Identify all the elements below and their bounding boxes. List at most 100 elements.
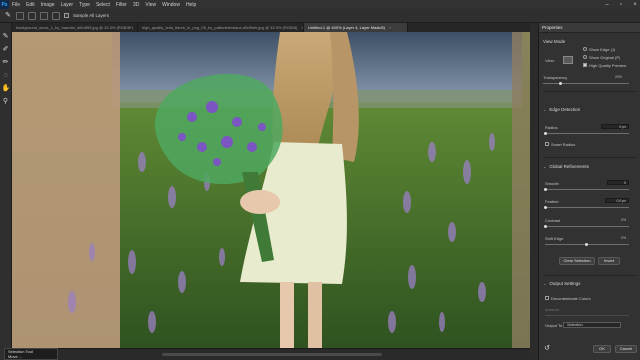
feather-slider-thumb[interactable] <box>544 206 547 209</box>
menu-image[interactable]: Image <box>38 2 58 8</box>
contrast-label: Contrast <box>545 218 561 223</box>
smart-radius-checkbox[interactable] <box>545 142 549 146</box>
global-refinements-label: Global Refinements <box>549 164 589 169</box>
menu-type[interactable]: Type <box>76 2 93 8</box>
smooth-label: Smooth <box>545 181 559 186</box>
brush-icon[interactable]: ✏ <box>2 59 10 67</box>
tab-label: background_stock_1_by_hauntid_d0b4f53.jp… <box>16 25 133 30</box>
menu-view[interactable]: View <box>142 2 159 8</box>
new-selection-icon[interactable] <box>16 11 24 20</box>
menu-3d[interactable]: 3D <box>130 2 142 8</box>
feather-slider[interactable] <box>545 207 629 208</box>
amount-label: Amount <box>545 307 559 312</box>
contrast-slider[interactable] <box>545 226 629 227</box>
close-icon[interactable]: × <box>632 2 638 8</box>
show-edge-radio[interactable] <box>583 47 587 51</box>
reset-icon[interactable]: ↺ <box>543 345 551 353</box>
status-bar <box>12 348 530 360</box>
chevron-down-icon[interactable]: ⌄ <box>543 107 546 112</box>
chevron-down-icon[interactable]: ⌄ <box>543 281 546 286</box>
menu-help[interactable]: Help <box>183 2 199 8</box>
document-canvas[interactable] <box>12 32 530 348</box>
edge-detection-title: ⌄ Edge Detection <box>543 107 580 112</box>
smooth-field[interactable]: 0 <box>607 180 629 185</box>
maximize-icon[interactable]: ▫ <box>618 2 624 8</box>
radius-field[interactable]: 0 px <box>601 124 629 129</box>
menu-layer[interactable]: Layer <box>58 2 77 8</box>
options-bar: ✎ Sample All Layers <box>0 9 640 23</box>
output-settings-title: ⌄ Output Settings <box>543 281 580 286</box>
transparency-slider[interactable] <box>543 83 629 84</box>
invert-button[interactable]: Invert <box>598 257 620 265</box>
tools-panel: ✎ ✐ ✏ ◌ ✋ ⚲ <box>0 23 12 360</box>
canvas-image <box>12 32 530 348</box>
edge-detection-label: Edge Detection <box>549 107 581 112</box>
close-icon[interactable]: × <box>389 25 391 30</box>
decontaminate-colors-checkbox[interactable] <box>545 296 549 300</box>
minimize-icon[interactable]: – <box>604 2 610 8</box>
view-mode-thumbnail[interactable] <box>563 56 573 64</box>
sample-all-layers-label: Sample All Layers <box>73 13 110 18</box>
menu-select[interactable]: Select <box>93 2 113 8</box>
radius-slider-thumb[interactable] <box>544 132 547 135</box>
smooth-slider-thumb[interactable] <box>544 188 547 191</box>
output-settings-label: Output Settings <box>549 281 581 286</box>
menu-edit[interactable]: Edit <box>23 2 38 8</box>
window-controls: – ▫ × <box>604 0 638 9</box>
brush-size-icon[interactable] <box>52 11 60 20</box>
transparency-label: Transparency <box>543 75 568 80</box>
subtract-selection-icon[interactable] <box>40 11 48 20</box>
view-mode-label: View Mode <box>543 39 566 44</box>
cancel-button[interactable]: Cancel <box>615 345 637 353</box>
menu-file[interactable]: File <box>9 2 23 8</box>
decontaminate-colors-label: Decontaminate Colors <box>551 296 591 301</box>
tab-lens-flares[interactable]: high_quality_lens_flares_in_png_09_by_pa… <box>138 23 304 32</box>
divider <box>543 157 637 158</box>
tab-label: Untitled-1 @ 400% (Layer 4, Layer Mask/8… <box>308 25 385 30</box>
smart-radius-label: Smart Radius <box>551 142 576 147</box>
output-to-label: Output To <box>545 323 563 328</box>
show-edge-label: Show Edge (J) <box>589 47 616 52</box>
ok-button[interactable]: OK <box>593 345 611 353</box>
tab-untitled-1[interactable]: Untitled-1 @ 400% (Layer 4, Layer Mask/8… <box>304 23 408 32</box>
divider <box>543 275 637 276</box>
lasso-icon[interactable]: ◌ <box>2 72 10 80</box>
divider <box>543 91 637 92</box>
menu-bar: Ps File Edit Image Layer Type Select Fil… <box>0 0 640 9</box>
shift-edge-value[interactable]: 0% <box>621 236 626 240</box>
feather-field[interactable]: 0.0 px <box>605 198 629 203</box>
taskbar-popup: Selection Tool Move ... <box>4 348 58 360</box>
transparency-value[interactable]: 20% <box>615 75 622 79</box>
menu-window[interactable]: Window <box>159 2 183 8</box>
view-mode-title: View Mode <box>543 39 565 44</box>
transparency-slider-thumb[interactable] <box>559 82 563 85</box>
contrast-slider-thumb[interactable] <box>544 225 547 228</box>
contrast-value[interactable]: 0% <box>621 218 626 222</box>
radius-slider[interactable] <box>545 133 629 134</box>
quick-selection-icon[interactable]: ✎ <box>2 33 10 41</box>
zoom-icon[interactable]: ⚲ <box>2 98 10 106</box>
taskbar-popup-subtitle: Move ... <box>8 353 23 359</box>
clear-selection-button[interactable]: Clear Selection <box>559 257 595 265</box>
hand-icon[interactable]: ✋ <box>2 85 11 93</box>
menu-filter[interactable]: Filter <box>113 2 130 8</box>
feather-label: Feather <box>545 199 559 204</box>
add-selection-icon[interactable] <box>28 11 36 20</box>
tab-background-stock[interactable]: background_stock_1_by_hauntid_d0b4f53.jp… <box>12 23 138 32</box>
chevron-down-icon[interactable]: ⌄ <box>543 164 546 169</box>
horizontal-scrollbar[interactable] <box>162 353 382 356</box>
shift-edge-slider-thumb[interactable] <box>585 243 588 246</box>
smooth-slider[interactable] <box>545 189 629 190</box>
refine-edge-brush-icon[interactable]: ✐ <box>2 46 10 54</box>
properties-tab[interactable]: Properties <box>539 23 640 33</box>
show-original-label: Show Original (P) <box>589 55 621 60</box>
output-to-select[interactable]: Selection <box>563 322 621 328</box>
sample-all-layers-checkbox[interactable] <box>64 13 69 18</box>
photoshop-logo[interactable]: Ps <box>0 0 9 9</box>
show-original-radio[interactable] <box>583 55 587 59</box>
properties-panel: Properties View Mode View: Show Edge (J)… <box>538 23 640 360</box>
amount-slider[interactable] <box>545 315 629 316</box>
brush-preset-icon[interactable]: ✎ <box>4 12 12 20</box>
document-tabs: background_stock_1_by_hauntid_d0b4f53.jp… <box>12 23 530 32</box>
high-quality-preview-checkbox[interactable] <box>583 63 587 67</box>
